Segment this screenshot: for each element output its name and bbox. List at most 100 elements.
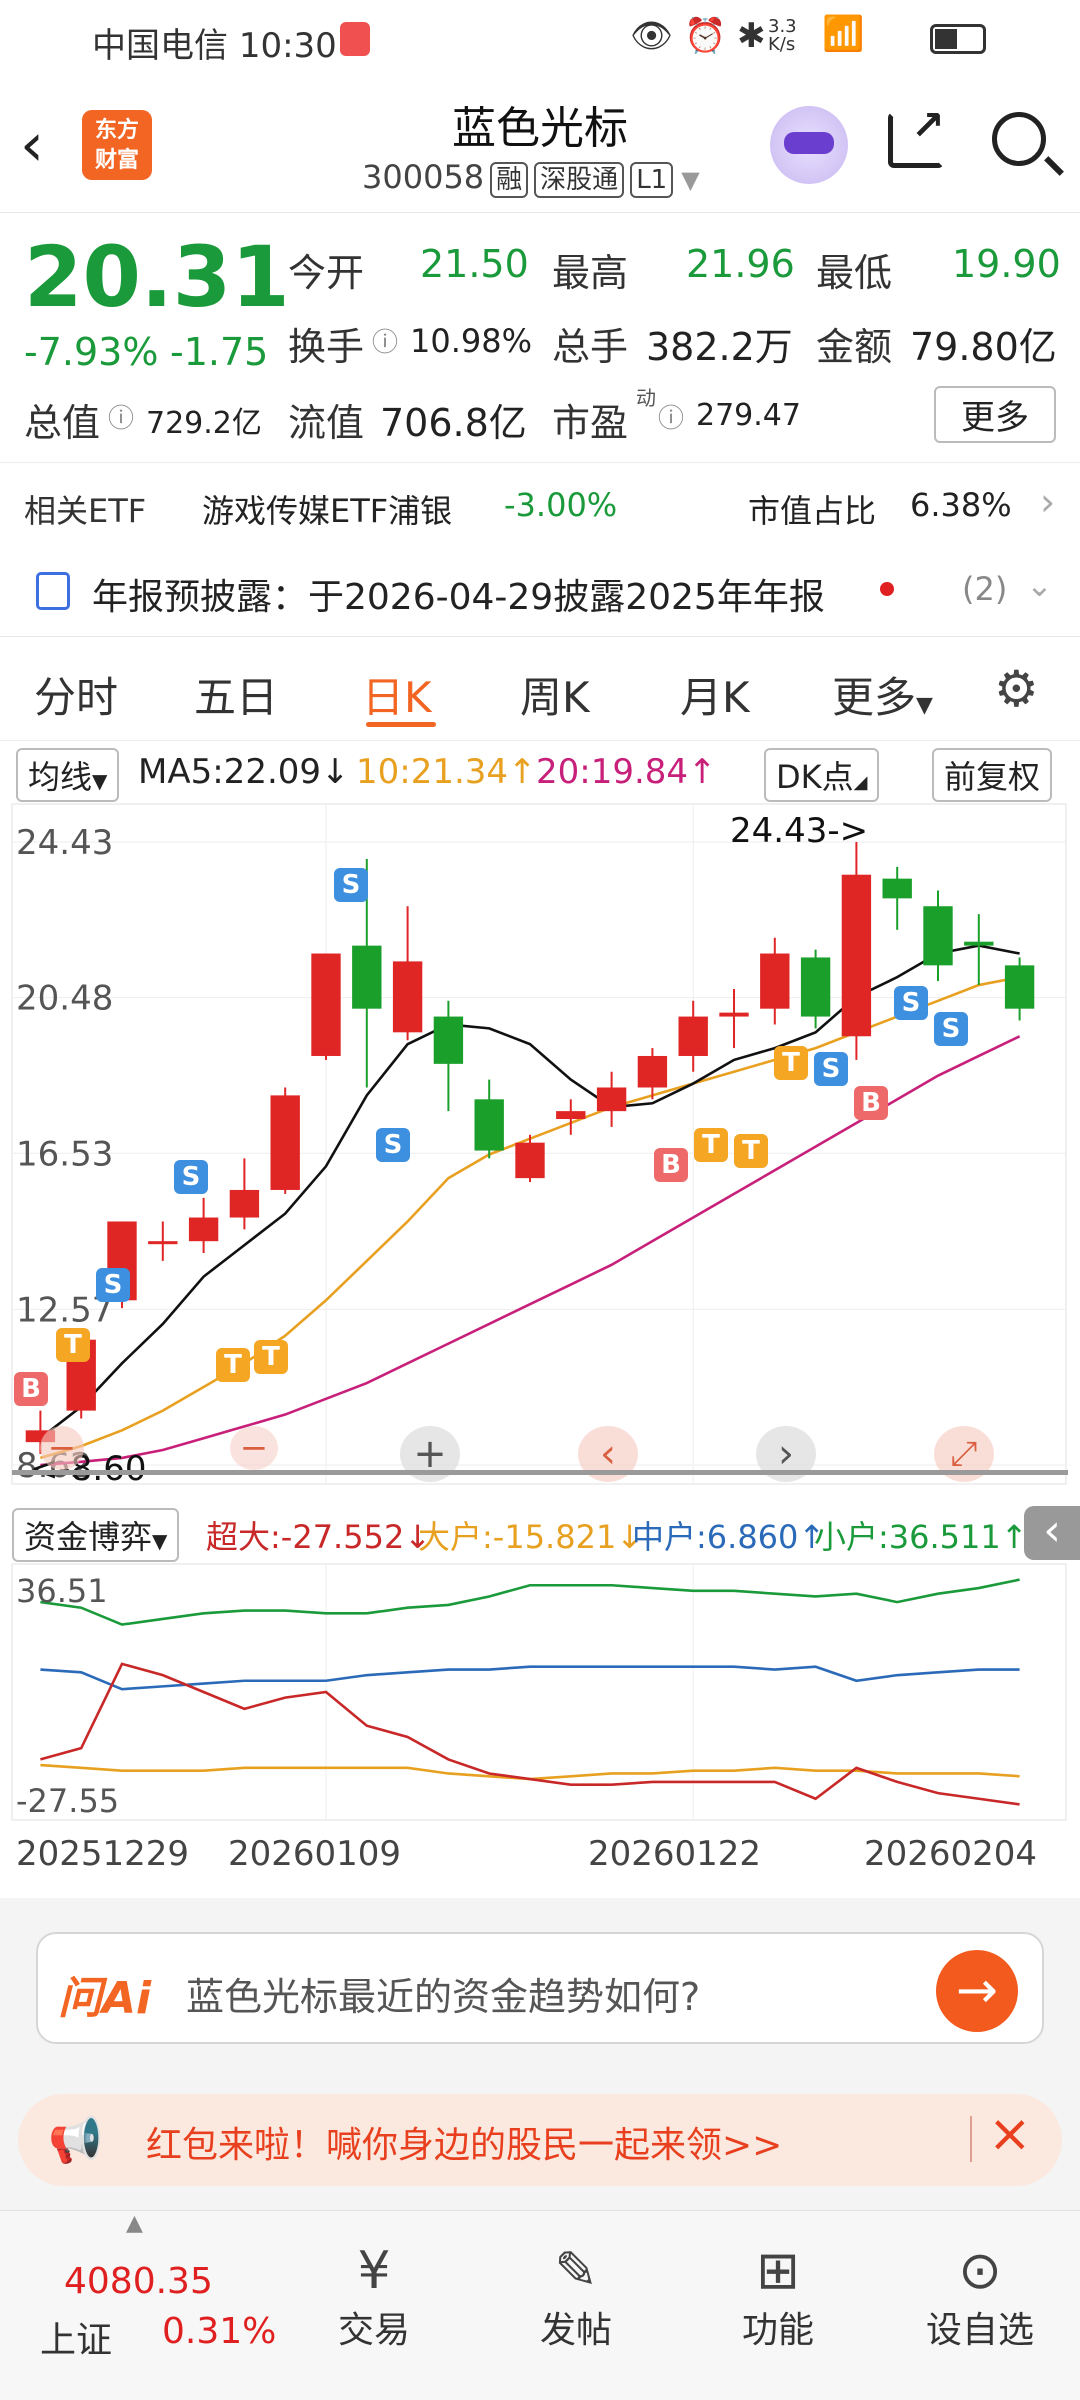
candle-body <box>229 1189 260 1218</box>
open-label: 今开 <box>288 251 365 295</box>
notice-text[interactable]: 年报预披露：于2026-04-29披露2025年年报 <box>92 568 825 620</box>
zoom-out-icon[interactable]: − <box>230 1426 278 1470</box>
ai-send-arrow-icon[interactable]: → <box>936 1950 1018 2032</box>
tab-five-day[interactable]: 五日 <box>194 664 278 725</box>
t-tag[interactable]: T <box>56 1328 90 1362</box>
etf-name[interactable]: 游戏传媒ETF浦银 <box>202 486 452 532</box>
candle-body <box>841 874 872 1037</box>
t-tag[interactable]: T <box>694 1128 728 1162</box>
etf-share-label: 市值占比 <box>748 492 877 530</box>
candle-body <box>923 906 953 966</box>
bottom-nav: ▲ 4080.35 上证 0.31% ¥ 交易 ✎ 发帖 ⊞ 功能 ⊙ 设自选 <box>0 2210 1080 2400</box>
date-label: 20260109 <box>228 1834 402 1874</box>
kline-chart[interactable]: 24.4320.4816.5312.578.62 24.43-><-8.60 <box>0 800 1080 1490</box>
ma-selector[interactable]: 均线▼ <box>16 748 120 802</box>
high-value: 21.96 <box>686 242 795 286</box>
ai-ask-box[interactable]: 问Ai 蓝色光标最近的资金趋势如何? → <box>36 1932 1044 2044</box>
volume-label: 总手 <box>552 325 629 369</box>
buy-tag[interactable]: B <box>854 1086 888 1120</box>
low-label: 最低 <box>816 251 893 295</box>
fund-selector[interactable]: 资金博弈▼ <box>12 1508 180 1562</box>
tab-weekly-k[interactable]: 周K <box>520 664 590 725</box>
amount-value: 79.80亿 <box>910 325 1057 369</box>
search-icon[interactable] <box>992 112 1064 176</box>
divider <box>0 212 1080 213</box>
stock-code: 300058 <box>362 158 485 196</box>
nav-label: 发帖 <box>539 2310 612 2351</box>
info-icon[interactable]: ⓘ <box>372 322 398 359</box>
promo-banner[interactable]: 📢 红包来啦！喊你身边的股民一起来领>> × <box>18 2094 1062 2186</box>
date-label: 20260122 <box>588 1834 762 1874</box>
unread-dot <box>880 582 894 596</box>
sell-tag[interactable]: S <box>334 868 368 902</box>
tab-intraday[interactable]: 分时 <box>34 664 118 725</box>
info-icon[interactable]: ⓘ <box>108 398 134 435</box>
candle-body <box>474 1099 504 1151</box>
megaphone-icon: 📢 <box>48 2115 103 2166</box>
fund-y-bottom: -27.55 <box>16 1782 120 1820</box>
candle-body <box>1004 965 1035 1009</box>
nav-post[interactable]: ✎ 发帖 <box>506 2241 646 2353</box>
close-icon[interactable]: × <box>988 2104 1032 2164</box>
index-value[interactable]: 4080.35 <box>64 2261 213 2302</box>
info-icon[interactable]: ⓘ <box>658 398 684 435</box>
date-label: 20260204 <box>864 1834 1038 1874</box>
price-adjust-button[interactable]: 前复权 <box>932 748 1053 802</box>
tab-monthly-k[interactable]: 月K <box>680 664 750 725</box>
chevron-down-icon[interactable]: ⌄ <box>1026 566 1053 604</box>
turnover-value: 10.98% <box>410 322 533 360</box>
collapse-left-icon[interactable]: ‹ <box>1024 1506 1080 1560</box>
nav-trade[interactable]: ¥ 交易 <box>304 2241 444 2353</box>
expand-up-icon[interactable]: ▲ <box>126 2211 143 2236</box>
divider <box>0 636 1080 637</box>
share-icon[interactable]: ↗ <box>888 103 945 168</box>
t-tag[interactable]: T <box>774 1046 808 1080</box>
t-tag[interactable]: T <box>734 1134 768 1168</box>
sell-tag[interactable]: S <box>934 1012 968 1046</box>
sell-tag[interactable]: S <box>174 1160 208 1194</box>
nav-label: 交易 <box>337 2310 410 2351</box>
divider <box>0 462 1080 463</box>
nav-functions[interactable]: ⊞ 功能 <box>708 2241 848 2353</box>
grid-icon: ⊞ <box>756 2241 800 2301</box>
sell-tag[interactable]: S <box>894 986 928 1020</box>
index-name[interactable]: 上证 <box>40 2311 112 2363</box>
candle-body <box>800 957 831 1017</box>
pe-label: 市盈 <box>552 401 629 445</box>
ma10-line <box>40 975 1020 1460</box>
t-tag[interactable]: T <box>216 1348 250 1382</box>
chevron-right-icon[interactable]: › <box>1040 480 1055 524</box>
ai-prompt[interactable]: 蓝色光标最近的资金趋势如何? <box>186 1966 700 2021</box>
price-change: -1.75 <box>170 330 269 374</box>
market-cap-value: 729.2亿 <box>146 406 262 441</box>
battery-icon <box>930 24 986 54</box>
fund-chart[interactable] <box>0 1562 1080 1822</box>
zoom-out-icon[interactable]: − <box>40 1426 84 1470</box>
buy-tag[interactable]: B <box>654 1148 688 1182</box>
t-tag[interactable]: T <box>254 1340 288 1374</box>
margin-badge: 融 <box>490 162 529 198</box>
settings-gear-icon[interactable]: ⚙ <box>994 664 1039 714</box>
chart-scroll-bar[interactable] <box>12 1470 1068 1475</box>
price-change-percent: -7.93% <box>24 330 159 374</box>
sell-tag[interactable]: S <box>376 1128 410 1162</box>
candle-body <box>352 945 382 1009</box>
dk-point-selector[interactable]: DK点◢ <box>764 748 880 802</box>
sell-tag[interactable]: S <box>96 1268 130 1302</box>
nav-watchlist[interactable]: ⊙ 设自选 <box>910 2241 1050 2353</box>
ai-logo: 问Ai <box>58 1973 152 2024</box>
tab-more[interactable]: 更多▼ <box>832 664 933 725</box>
float-cap-value: 706.8亿 <box>380 401 527 445</box>
assistant-avatar-icon[interactable] <box>770 106 848 184</box>
edit-icon: ✎ <box>554 2241 598 2301</box>
sell-tag[interactable]: S <box>814 1052 848 1086</box>
candle-body <box>964 941 994 946</box>
ma20-value: 20:19.84↑ <box>536 752 717 792</box>
candle-body <box>719 1012 749 1017</box>
volume-value: 382.2万 <box>646 325 793 369</box>
signal-icon: 📶 <box>822 14 865 54</box>
promo-text[interactable]: 红包来啦！喊你身边的股民一起来领>> <box>146 2116 782 2168</box>
buy-tag[interactable]: B <box>14 1372 48 1406</box>
tab-daily-k[interactable]: 日K <box>362 664 432 725</box>
more-button[interactable]: 更多 <box>934 386 1056 443</box>
